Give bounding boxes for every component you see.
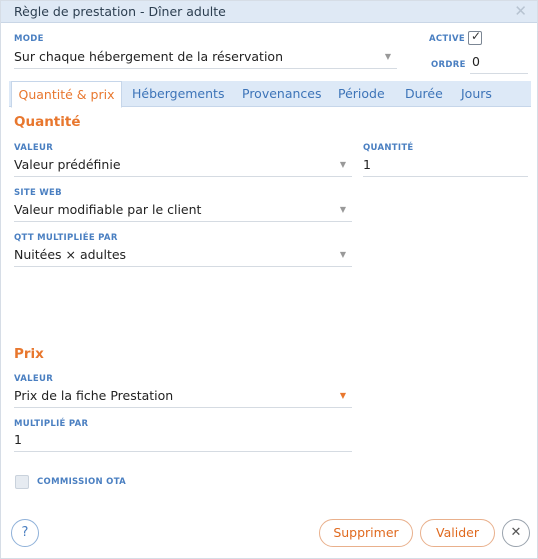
- dropdown-caret-icon: ▼: [339, 160, 346, 169]
- close-button[interactable]: ✕: [502, 519, 530, 547]
- mode-select-value: Sur chaque hébergement de la réservation: [14, 49, 283, 64]
- active-checkbox[interactable]: ✓: [468, 29, 482, 45]
- multiplier-input[interactable]: 1: [14, 430, 352, 452]
- multiplier-label: MULTIPLIÉ PAR: [14, 419, 89, 429]
- multiplier-input-value: 1: [14, 432, 22, 447]
- website-select[interactable]: Valeur modifiable par le client ▼: [14, 200, 352, 222]
- tab-origins[interactable]: Provenances: [242, 81, 322, 107]
- website-select-value: Valeur modifiable par le client: [14, 202, 202, 217]
- commission-ota-label: COMMISSION OTA: [37, 477, 127, 487]
- prestation-rule-dialog: Règle de prestation - Dîner adulte ✕ MOD…: [0, 0, 538, 559]
- multiplied-by-select[interactable]: Nuitées × adultes ▼: [14, 245, 352, 267]
- quantity-value-select[interactable]: Valeur prédéfinie ▼: [14, 155, 352, 177]
- close-icon[interactable]: ✕: [514, 2, 527, 20]
- commission-ota-checkbox[interactable]: [15, 475, 29, 489]
- quantity-input[interactable]: 1: [363, 155, 528, 177]
- tab-duration[interactable]: Durée: [405, 81, 443, 107]
- dialog-title: Règle de prestation - Dîner adulte: [14, 4, 226, 19]
- order-label: ORDRE: [431, 60, 466, 70]
- help-button[interactable]: ?: [11, 519, 39, 547]
- price-value-select[interactable]: Prix de la fiche Prestation ▼: [14, 386, 352, 408]
- quantity-input-value: 1: [363, 157, 371, 172]
- dropdown-caret-icon: ▼: [339, 205, 346, 214]
- multiplied-by-label: QTT MULTIPLIÉE PAR: [14, 233, 118, 243]
- quantity-section-title: Quantité: [14, 114, 81, 130]
- quantity-value-label: VALEUR: [14, 143, 54, 153]
- website-label: SITE WEB: [14, 188, 62, 198]
- price-value-select-value: Prix de la fiche Prestation: [14, 388, 174, 403]
- tab-days[interactable]: Jours: [461, 81, 492, 107]
- validate-button[interactable]: Valider: [420, 519, 495, 547]
- mode-label: MODE: [14, 34, 44, 44]
- dropdown-caret-icon: ▼: [339, 250, 346, 259]
- multiplied-by-select-value: Nuitées × adultes: [14, 247, 127, 262]
- mode-select[interactable]: Sur chaque hébergement de la réservation…: [14, 47, 397, 69]
- tab-bar: Quantité & prix Hébergements Provenances…: [9, 81, 531, 108]
- active-label: ACTIVE: [429, 34, 465, 44]
- dialog-title-bar: Règle de prestation - Dîner adulte ✕: [1, 1, 537, 23]
- checkmark-icon: ✓: [471, 29, 482, 43]
- order-input-value: 0: [472, 54, 480, 69]
- tab-quantity-price[interactable]: Quantité & prix: [11, 81, 122, 108]
- delete-button[interactable]: Supprimer: [319, 519, 413, 547]
- price-value-label: VALEUR: [14, 374, 54, 384]
- tab-accommodations[interactable]: Hébergements: [132, 81, 224, 107]
- dropdown-caret-icon: ▼: [384, 52, 391, 61]
- order-input[interactable]: 0: [470, 52, 528, 74]
- dropdown-caret-icon: ▼: [339, 391, 346, 400]
- tab-period[interactable]: Période: [338, 81, 385, 107]
- quantity-value-select-value: Valeur prédéfinie: [14, 157, 121, 172]
- quantity-label: QUANTITÉ: [363, 143, 414, 153]
- price-section-title: Prix: [14, 346, 44, 362]
